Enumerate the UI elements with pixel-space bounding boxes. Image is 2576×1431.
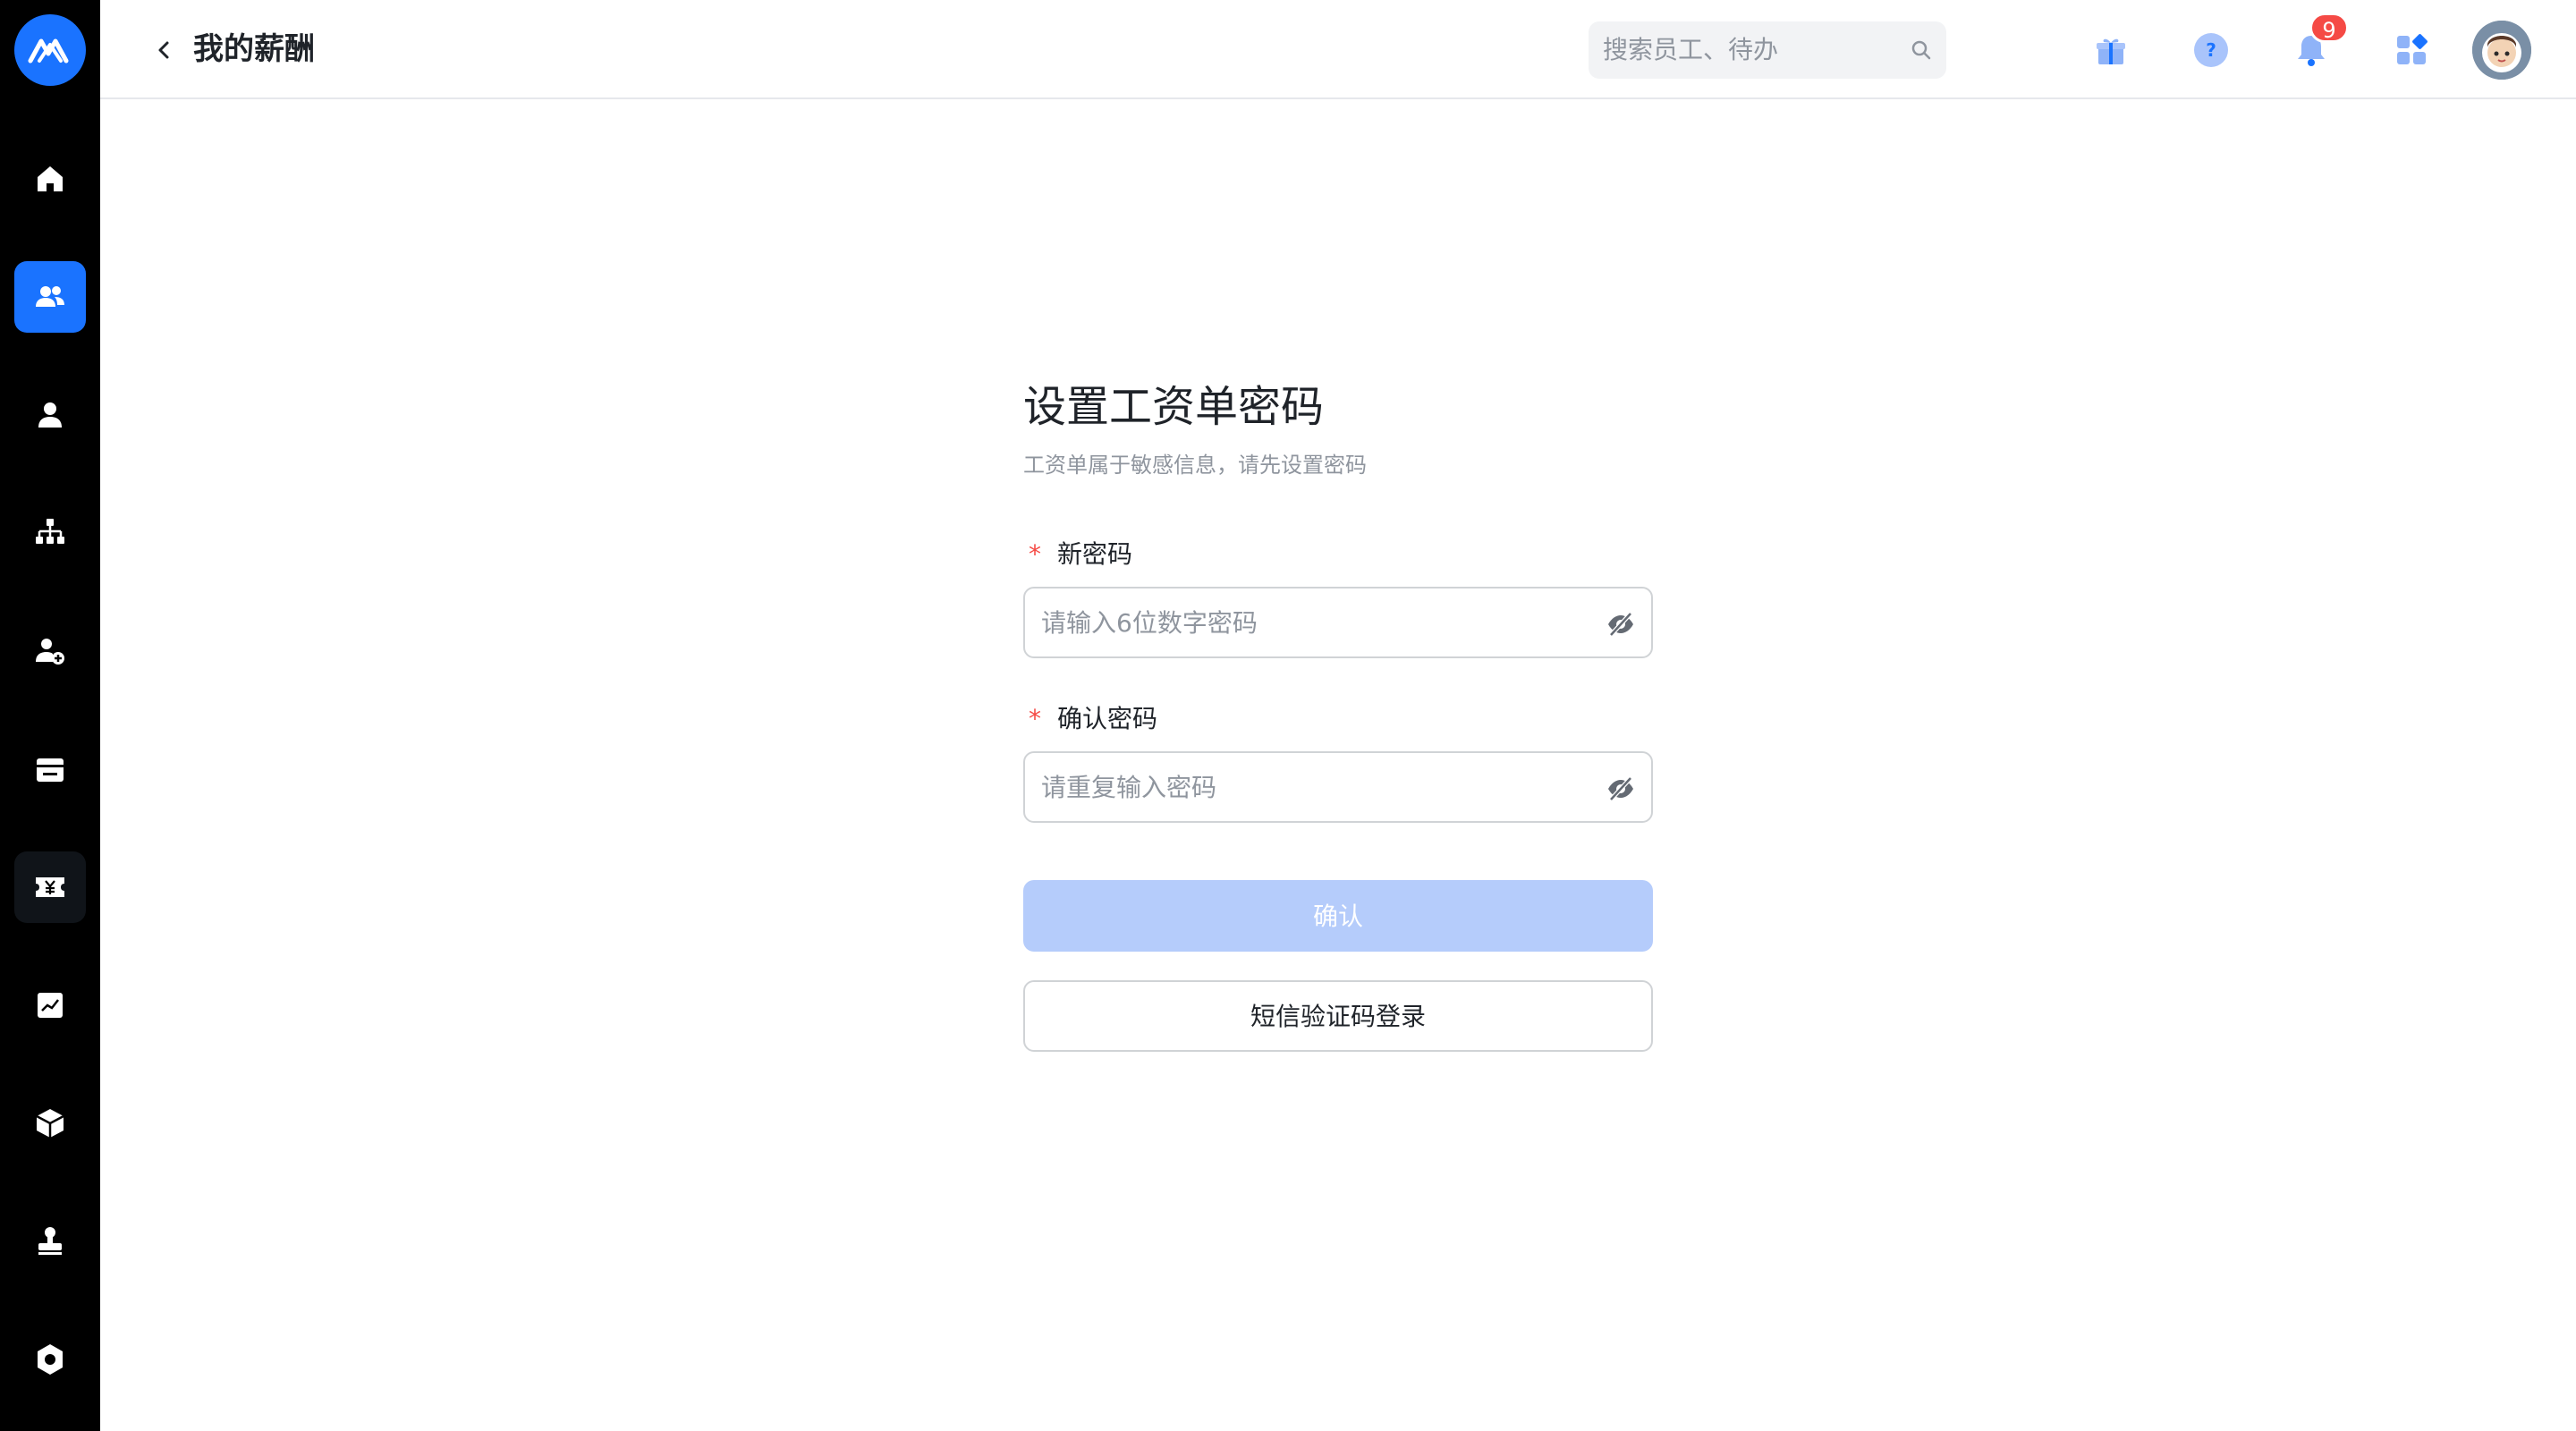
required-mark: * xyxy=(1029,539,1041,569)
help-icon: ? xyxy=(2194,33,2228,67)
logo-mountain-icon xyxy=(28,38,69,64)
notification-badge: 9 xyxy=(2309,13,2349,43)
search-icon[interactable] xyxy=(1911,39,1932,61)
settings-icon xyxy=(38,1344,63,1375)
back-button[interactable] xyxy=(143,29,186,72)
confirm-password-field[interactable] xyxy=(1023,751,1653,823)
calendar-icon xyxy=(37,758,64,782)
home-icon xyxy=(38,166,63,191)
confirm-password-input[interactable] xyxy=(1039,753,1576,821)
apps-grid-icon xyxy=(2397,34,2428,64)
sidebar-item-settings[interactable] xyxy=(14,1324,86,1395)
confirm-password-label: * 确认密码 xyxy=(1029,701,1157,737)
search-box[interactable]: 搜索员工、待办 xyxy=(1589,21,1946,79)
sms-login-button[interactable]: 短信验证码登录 xyxy=(1023,980,1653,1052)
add-person-icon xyxy=(36,639,64,665)
new-password-label-text: 新密码 xyxy=(1057,539,1133,569)
search-placeholder[interactable]: 搜索员工、待办 xyxy=(1603,21,1778,79)
sidebar-item-home[interactable] xyxy=(14,143,86,215)
chevron-left-icon xyxy=(158,41,169,59)
confirm-button[interactable]: 确认 xyxy=(1023,880,1653,952)
apps-button[interactable] xyxy=(2383,21,2440,79)
sidebar-item-add-person[interactable] xyxy=(14,615,86,687)
sidebar-item-calendar[interactable] xyxy=(14,733,86,805)
sidebar-item-team[interactable] xyxy=(14,261,86,333)
eye-off-icon[interactable] xyxy=(1605,773,1637,805)
gift-button[interactable] xyxy=(2082,21,2140,79)
form-title: 设置工资单密码 xyxy=(1023,382,1325,432)
confirm-password-label-text: 确认密码 xyxy=(1057,704,1158,733)
sidebar-item-report[interactable] xyxy=(14,970,86,1041)
person-icon xyxy=(38,402,62,428)
sidebar xyxy=(0,0,100,1431)
sidebar-item-stamp[interactable] xyxy=(14,1206,86,1277)
form-subtitle: 工资单属于敏感信息，请先设置密码 xyxy=(1023,453,1367,478)
eye-off-icon[interactable] xyxy=(1605,608,1637,640)
sidebar-item-org[interactable] xyxy=(14,497,86,569)
new-password-label: * 新密码 xyxy=(1029,537,1132,572)
team-icon xyxy=(36,286,64,307)
app-logo[interactable] xyxy=(14,14,86,86)
org-chart-icon xyxy=(36,519,64,544)
new-password-input[interactable] xyxy=(1039,588,1576,656)
cube-icon xyxy=(36,1109,64,1138)
sidebar-item-person[interactable] xyxy=(14,379,86,451)
gift-icon xyxy=(2097,38,2125,64)
svg-text:?: ? xyxy=(2206,39,2216,61)
sidebar-item-salary[interactable] xyxy=(14,851,86,923)
help-button[interactable]: ? xyxy=(2182,21,2240,79)
report-icon xyxy=(38,993,63,1018)
sidebar-item-cube[interactable] xyxy=(14,1088,86,1159)
stamp-icon xyxy=(38,1227,62,1255)
avatar-astronaut-icon xyxy=(2472,21,2531,80)
page-title: 我的薪酬 xyxy=(193,31,315,67)
new-password-field[interactable] xyxy=(1023,587,1653,658)
salary-icon xyxy=(36,877,64,897)
user-avatar[interactable] xyxy=(2472,21,2531,80)
required-mark: * xyxy=(1029,704,1041,733)
